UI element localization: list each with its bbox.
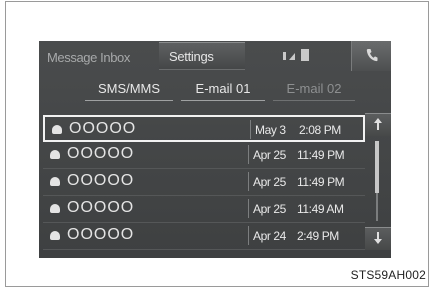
- message-time: 2:49 PM: [297, 229, 339, 243]
- message-icon: [50, 204, 60, 213]
- phone-icon: [366, 49, 378, 62]
- message-sender: OOOOO: [67, 145, 135, 162]
- message-date: Apr 25: [253, 202, 286, 216]
- message-date: Apr 25: [253, 148, 286, 162]
- row-divider: [248, 226, 249, 245]
- message-sender: OOOOO: [69, 120, 137, 137]
- message-list: OOOOO May 3 2:08 PM OOOOO Apr 25 11:49 P…: [43, 115, 365, 250]
- message-icon: [50, 177, 60, 186]
- message-row[interactable]: OOOOO Apr 25 11:49 PM: [43, 142, 365, 169]
- tab-sms-mms[interactable]: SMS/MMS: [85, 78, 173, 101]
- message-time: 11:49 AM: [297, 202, 344, 216]
- row-divider: [248, 172, 249, 191]
- message-sender: OOOOO: [67, 172, 135, 189]
- phone-button[interactable]: [351, 41, 391, 71]
- row-divider: [248, 199, 249, 218]
- row-divider: [250, 120, 251, 139]
- message-date: Apr 24: [253, 229, 286, 243]
- tab-bar: SMS/MMS E-mail 01 E-mail 02: [39, 78, 391, 102]
- scroll-thumb[interactable]: [375, 141, 379, 193]
- message-sender: OOOOO: [67, 199, 135, 216]
- up-arrow-icon: [374, 118, 382, 130]
- message-time: 2:08 PM: [299, 123, 341, 137]
- message-row[interactable]: OOOOO Apr 25 11:49 AM: [43, 196, 365, 223]
- message-inbox-title: Message Inbox: [47, 50, 130, 65]
- row-divider: [248, 145, 249, 164]
- tab-email-01[interactable]: E-mail 01: [181, 78, 265, 101]
- signal-strength-icon: [289, 53, 295, 60]
- message-time: 11:49 PM: [297, 175, 345, 189]
- tab-email-02[interactable]: E-mail 02: [273, 78, 355, 101]
- message-row[interactable]: OOOOO Apr 25 11:49 PM: [43, 169, 365, 196]
- message-row[interactable]: OOOOO May 3 2:08 PM: [43, 115, 365, 142]
- battery-icon: [301, 49, 309, 61]
- down-arrow-icon: [374, 232, 382, 244]
- scroll-up-button[interactable]: [365, 113, 391, 136]
- settings-button[interactable]: Settings: [159, 42, 245, 70]
- message-sender: OOOOO: [67, 226, 135, 243]
- message-date: Apr 25: [253, 175, 286, 189]
- status-icons: [283, 48, 309, 62]
- signal-icon: [283, 52, 286, 60]
- display-screen: Message Inbox Settings SMS/MMS E-mail 01…: [39, 41, 391, 258]
- message-icon: [50, 231, 60, 240]
- figure-caption: STS59AH002: [350, 268, 426, 282]
- message-date: May 3: [255, 123, 286, 137]
- message-row[interactable]: OOOOO Apr 24 2:49 PM: [43, 223, 365, 250]
- scroll-down-button[interactable]: [365, 227, 391, 250]
- message-icon: [52, 125, 62, 134]
- message-icon: [50, 150, 60, 159]
- message-time: 11:49 PM: [297, 148, 345, 162]
- header-bar: Message Inbox Settings: [39, 41, 391, 73]
